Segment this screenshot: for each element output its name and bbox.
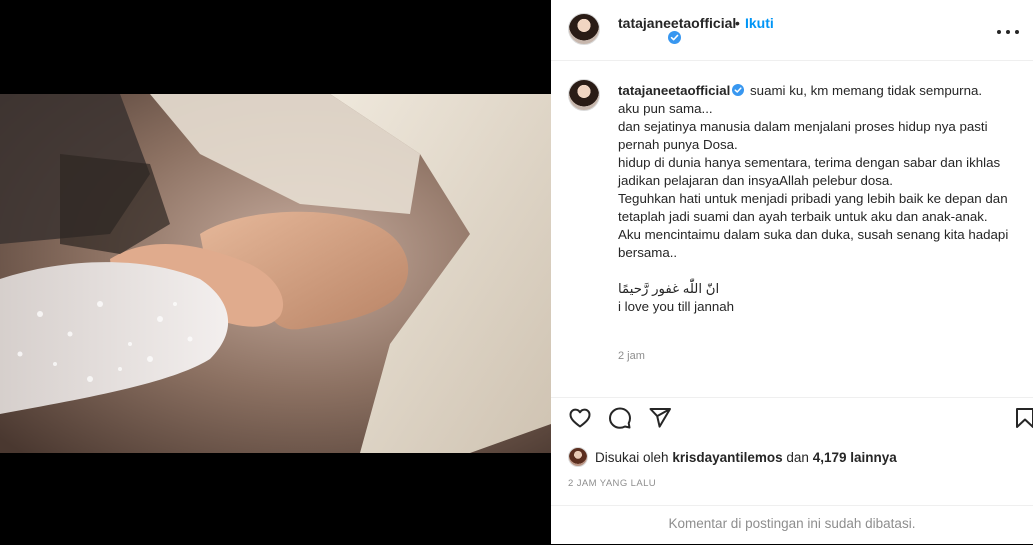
caption-arabic-line: انّ اللّٰه غفور رَّحيمًا bbox=[618, 281, 720, 296]
post-media-area bbox=[0, 0, 551, 544]
caption-line: i love you till jannah bbox=[618, 299, 735, 314]
likes-others-link[interactable]: 4,179 lainnya bbox=[813, 450, 897, 465]
post-photo-illustration bbox=[0, 94, 551, 453]
likes-summary: Disukai oleh krisdayantilemos dan 4,179 … bbox=[568, 447, 897, 467]
post-timestamp[interactable]: 2 JAM YANG LALU bbox=[568, 478, 656, 489]
caption-avatar[interactable] bbox=[568, 79, 600, 111]
liker-username[interactable]: krisdayantilemos bbox=[672, 450, 782, 465]
likes-text: Disukai oleh krisdayantilemos dan 4,179 … bbox=[595, 450, 897, 465]
caption-section: tatajaneetaofficial suami ku, km memang … bbox=[551, 61, 1033, 397]
author-username[interactable]: tatajaneetaofficial bbox=[618, 15, 736, 31]
caption-line: Aku mencintaimu dalam suka dan duka, sus… bbox=[618, 227, 1009, 260]
caption-line: hidup di dunia hanya sementara, terima d… bbox=[618, 155, 1001, 188]
separator-dot: • bbox=[735, 15, 740, 31]
caption-time[interactable]: 2 jam bbox=[618, 350, 645, 362]
author-avatar[interactable] bbox=[568, 13, 600, 45]
liker-avatar[interactable] bbox=[568, 447, 588, 467]
more-options-icon[interactable] bbox=[996, 20, 1020, 44]
caption-username[interactable]: tatajaneetaofficial bbox=[618, 83, 730, 98]
verified-badge-icon bbox=[668, 31, 681, 44]
caption-line: dan sejatinya manusia dalam menjalani pr… bbox=[618, 119, 988, 152]
post-side-panel: tatajaneetaofficial • Ikuti tatajaneetao… bbox=[551, 0, 1033, 544]
heart-icon[interactable] bbox=[568, 406, 592, 430]
caption-line: aku pun sama... bbox=[618, 101, 713, 116]
likes-prefix: Disukai oleh bbox=[595, 449, 669, 465]
verified-badge-icon bbox=[732, 84, 745, 96]
post-photo[interactable] bbox=[0, 94, 551, 453]
likes-joiner: dan bbox=[786, 449, 809, 465]
caption-line: suami ku, km memang tidak sempurna. bbox=[750, 83, 983, 98]
share-icon[interactable] bbox=[648, 406, 672, 430]
action-bar bbox=[551, 397, 1033, 440]
caption-text: tatajaneetaofficial suami ku, km memang … bbox=[618, 82, 1013, 316]
bookmark-icon[interactable] bbox=[1013, 406, 1033, 430]
post-header: tatajaneetaofficial • Ikuti bbox=[551, 0, 1033, 61]
caption-line: Teguhkan hati untuk menjadi pribadi yang… bbox=[618, 191, 1008, 224]
follow-button[interactable]: Ikuti bbox=[745, 15, 774, 31]
comments-restricted-notice: Komentar di postingan ini sudah dibatasi… bbox=[551, 505, 1033, 545]
comment-icon[interactable] bbox=[608, 406, 632, 430]
